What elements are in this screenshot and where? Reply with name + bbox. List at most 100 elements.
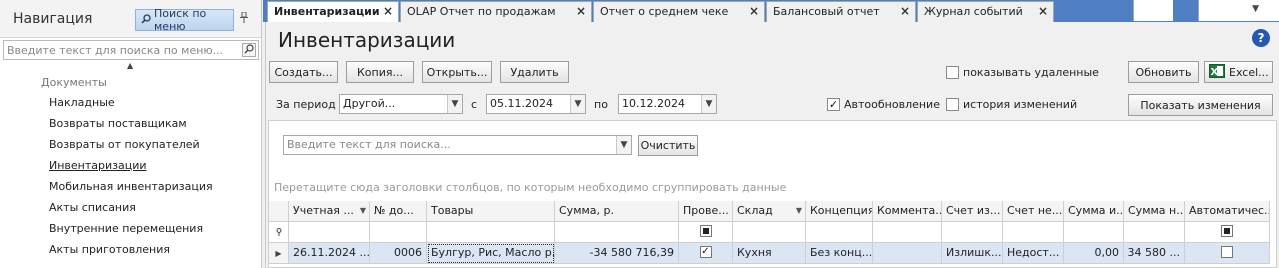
filter-cell-shortage-sum[interactable]: [1124, 222, 1185, 243]
menu-search-button-label: Поиск по меню: [154, 7, 207, 33]
chevron-down-icon[interactable]: ▼: [616, 136, 631, 154]
automatic-checkbox[interactable]: [1221, 246, 1233, 258]
cell-goods[interactable]: Булгур, Рис, Масло р...: [427, 243, 555, 264]
column-header-number[interactable]: № до...: [370, 201, 427, 222]
menu-search-button[interactable]: Поиск по меню: [135, 7, 234, 33]
pin-icon[interactable]: [240, 11, 248, 26]
clear-button[interactable]: Очистить: [638, 135, 698, 156]
menu-item-write-off-acts[interactable]: Акты списания: [49, 201, 136, 214]
refresh-button[interactable]: Обновить: [1128, 61, 1199, 83]
chevron-down-icon[interactable]: ▼: [570, 95, 585, 113]
column-header-date[interactable]: Учетная ... ▼: [289, 201, 370, 222]
column-header-checked[interactable]: Прове...: [679, 201, 733, 222]
filter-cell-concept[interactable]: [806, 222, 873, 243]
page-title: Инвентаризации: [278, 28, 456, 52]
create-button[interactable]: Создать...: [269, 61, 338, 83]
tab-label: Балансовый отчет: [773, 5, 880, 18]
cell-surplus-sum[interactable]: 0,00: [1064, 243, 1124, 264]
period-select[interactable]: Другой... ▼: [339, 94, 463, 114]
cell-number[interactable]: 0006: [370, 243, 427, 264]
close-icon[interactable]: ×: [383, 2, 393, 21]
autoupdate-checkbox[interactable]: ✓: [827, 98, 840, 111]
filter-cell-surplus-account[interactable]: [942, 222, 1003, 243]
cell-automatic[interactable]: [1185, 243, 1270, 264]
close-icon[interactable]: ×: [1038, 2, 1048, 21]
checked-checkbox[interactable]: ✓: [699, 246, 712, 258]
menu-item-production-acts[interactable]: Акты приготовления: [49, 243, 170, 256]
filter-cell-comment[interactable]: [873, 222, 942, 243]
menu-item-invoices[interactable]: Накладные: [49, 96, 115, 109]
column-header-surplus-sum[interactable]: Сумма и...: [1064, 201, 1124, 222]
menu-item-inventories[interactable]: Инвентаризации: [49, 159, 147, 172]
tab-label: Журнал событий: [924, 5, 1023, 18]
cell-sum[interactable]: -34 580 716,39: [555, 243, 679, 264]
show-changes-button[interactable]: Показать изменения: [1128, 94, 1273, 116]
tab-average-check-report[interactable]: Отчет о среднем чеке ×: [593, 1, 765, 22]
grid-search-field[interactable]: Введите текст для поиска... ▼: [283, 135, 632, 155]
cell-comment[interactable]: [873, 243, 942, 264]
cell-shortage-sum[interactable]: 34 580 ...: [1124, 243, 1185, 264]
tab-label: OLAP Отчет по продажам: [407, 5, 556, 18]
history-checkbox[interactable]: [946, 98, 959, 111]
navigation-title: Навигация: [13, 11, 93, 27]
delete-button[interactable]: Удалить: [500, 61, 569, 83]
close-icon[interactable]: ×: [576, 2, 586, 21]
scroll-up-icon[interactable]: ▲: [127, 61, 133, 70]
current-row-icon[interactable]: ▶: [269, 243, 289, 264]
cell-surplus-account[interactable]: Излишк...: [942, 243, 1003, 264]
chevron-down-icon[interactable]: ▼: [701, 95, 716, 113]
column-header-automatic[interactable]: Автоматичес...: [1185, 201, 1270, 222]
close-icon[interactable]: ×: [749, 2, 759, 21]
help-icon[interactable]: ?: [1252, 29, 1270, 47]
filter-cell-shortage-account[interactable]: [1003, 222, 1064, 243]
filter-cell-sum[interactable]: [555, 222, 679, 243]
filter-checkbox[interactable]: [699, 225, 712, 237]
excel-export-button[interactable]: X Excel...: [1204, 61, 1273, 83]
cell-checked[interactable]: ✓: [679, 243, 733, 264]
column-header-shortage-sum[interactable]: Сумма н...: [1124, 201, 1185, 222]
tab-event-log[interactable]: Журнал событий ×: [917, 1, 1054, 22]
tab-balance-report[interactable]: Балансовый отчет ×: [766, 1, 916, 22]
row-indicator-header: [269, 201, 289, 222]
menu-search-input[interactable]: [4, 41, 240, 59]
search-icon[interactable]: [242, 43, 256, 57]
cell-store[interactable]: Кухня: [733, 243, 806, 264]
filter-cell-checked[interactable]: [679, 222, 733, 243]
tab-list-dropdown-icon[interactable]: ▼: [1252, 4, 1259, 14]
menu-item-returns-from-customers[interactable]: Возвраты от покупателей: [49, 138, 200, 151]
cell-concept[interactable]: Без конц...: [806, 243, 873, 264]
filter-cell-number[interactable]: [370, 222, 427, 243]
table-row[interactable]: ▶ 26.11.2024 ... 0006 Булгур, Рис, Масло…: [269, 243, 1278, 264]
menu-item-returns-to-suppliers[interactable]: Возвраты поставщикам: [49, 117, 187, 130]
copy-button[interactable]: Копия...: [346, 61, 414, 83]
chevron-down-icon[interactable]: ▼: [447, 95, 462, 113]
column-header-comment[interactable]: Коммента...: [873, 201, 942, 222]
filter-cell-goods[interactable]: [427, 222, 555, 243]
open-button[interactable]: Открыть...: [422, 61, 492, 83]
menu-item-mobile-inventory[interactable]: Мобильная инвентаризация: [49, 180, 213, 193]
column-header-concept[interactable]: Концепция: [806, 201, 873, 222]
column-header-shortage-account[interactable]: Счет не...: [1003, 201, 1064, 222]
column-header-sum[interactable]: Сумма, р.: [555, 201, 679, 222]
filter-checkbox[interactable]: [1221, 225, 1233, 237]
date-to-value: 10.12.2024: [622, 97, 685, 110]
menu-item-internal-transfers[interactable]: Внутренние перемещения: [49, 222, 203, 235]
cell-date[interactable]: 26.11.2024 ...: [289, 243, 370, 264]
column-header-surplus-account[interactable]: Счет из...: [942, 201, 1003, 222]
column-header-goods[interactable]: Товары: [427, 201, 555, 222]
column-header-store[interactable]: Склад ▼: [733, 201, 806, 222]
date-from-value: 05.11.2024: [490, 97, 553, 110]
filter-cell-surplus-sum[interactable]: [1064, 222, 1124, 243]
date-to-picker[interactable]: 10.12.2024 ▼: [618, 94, 717, 114]
show-deleted-checkbox[interactable]: [946, 66, 959, 79]
tab-inventories[interactable]: Инвентаризации ×: [267, 1, 399, 23]
filter-cell-date[interactable]: [289, 222, 370, 243]
filter-cell-store[interactable]: [733, 222, 806, 243]
cell-shortage-account[interactable]: Недост...: [1003, 243, 1064, 264]
filter-cell-automatic[interactable]: [1185, 222, 1270, 243]
date-from-picker[interactable]: 05.11.2024 ▼: [486, 94, 586, 114]
close-icon[interactable]: ×: [900, 2, 910, 21]
tab-olap-sales-report[interactable]: OLAP Отчет по продажам ×: [400, 1, 592, 22]
filter-pin-icon[interactable]: [269, 222, 289, 243]
sort-down-icon: ▼: [795, 206, 802, 215]
